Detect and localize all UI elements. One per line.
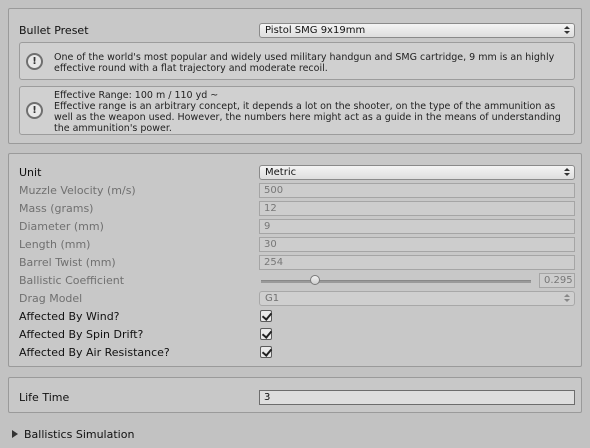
bullet-preset-label: Bullet Preset bbox=[19, 24, 89, 37]
affected-by-air-resistance-checkbox[interactable] bbox=[260, 346, 272, 358]
muzzle-velocity-row: Muzzle Velocity (m/s) 500 bbox=[19, 183, 575, 199]
barrel-twist-label: Barrel Twist (mm) bbox=[19, 256, 116, 269]
foldout-arrow-icon[interactable] bbox=[12, 430, 18, 438]
affected-by-wind-label: Affected By Wind? bbox=[19, 310, 120, 323]
lifetime-label: Life Time bbox=[19, 391, 70, 404]
bullet-properties-section: Unit Metric Muzzle Velocity (m/s) 500 Ma… bbox=[8, 153, 582, 367]
effective-range-box: ! Effective Range: 100 m / 110 yd ~ Effe… bbox=[19, 86, 575, 135]
dropdown-arrows-icon bbox=[564, 25, 570, 35]
ballistic-coefficient-field[interactable]: 0.295 bbox=[539, 273, 575, 288]
muzzle-velocity-field[interactable]: 500 bbox=[259, 183, 575, 198]
ballistic-coefficient-row: Ballistic Coefficient 0.295 bbox=[19, 273, 575, 289]
lifetime-field[interactable]: 3 bbox=[259, 390, 575, 405]
ballistics-simulation-label: Ballistics Simulation bbox=[24, 428, 135, 441]
effective-range-text: Effective range is an arbitrary concept,… bbox=[54, 101, 561, 134]
bullet-preset-section: Bullet Preset Pistol SMG 9x19mm ! One of… bbox=[8, 8, 582, 144]
drag-model-dropdown[interactable]: G1 bbox=[259, 291, 575, 306]
info-icon: ! bbox=[26, 102, 43, 119]
lifetime-row: Life Time 3 bbox=[19, 390, 575, 406]
muzzle-velocity-label: Muzzle Velocity (m/s) bbox=[19, 184, 136, 197]
drag-model-row: Drag Model G1 bbox=[19, 291, 575, 307]
affected-by-wind-checkbox[interactable] bbox=[260, 310, 272, 322]
length-field[interactable]: 30 bbox=[259, 237, 575, 252]
dropdown-arrows-icon bbox=[564, 293, 570, 303]
unit-dropdown[interactable]: Metric bbox=[259, 165, 575, 180]
lifetime-section: Life Time 3 bbox=[8, 377, 582, 413]
affected-by-air-resistance-row: Affected By Air Resistance? bbox=[19, 345, 575, 361]
ballistic-coefficient-slider-thumb[interactable] bbox=[310, 275, 320, 285]
diameter-field[interactable]: 9 bbox=[259, 219, 575, 234]
affected-by-spin-drift-checkbox[interactable] bbox=[260, 328, 272, 340]
affected-by-spin-drift-label: Affected By Spin Drift? bbox=[19, 328, 144, 341]
preset-info-text: One of the world's most popular and wide… bbox=[54, 52, 555, 74]
length-label: Length (mm) bbox=[19, 238, 91, 251]
bullet-preset-value: Pistol SMG 9x19mm bbox=[265, 25, 366, 36]
unit-label: Unit bbox=[19, 166, 42, 179]
ballistic-coefficient-slider-track[interactable] bbox=[261, 280, 531, 283]
mass-row: Mass (grams) 12 bbox=[19, 201, 575, 217]
bullet-preset-row: Bullet Preset Pistol SMG 9x19mm bbox=[19, 23, 575, 39]
mass-field[interactable]: 12 bbox=[259, 201, 575, 216]
unit-value: Metric bbox=[265, 167, 297, 178]
barrel-twist-field[interactable]: 254 bbox=[259, 255, 575, 270]
ballistic-coefficient-label: Ballistic Coefficient bbox=[19, 274, 125, 287]
diameter-label: Diameter (mm) bbox=[19, 220, 104, 233]
mass-label: Mass (grams) bbox=[19, 202, 94, 215]
length-row: Length (mm) 30 bbox=[19, 237, 575, 253]
affected-by-air-resistance-label: Affected By Air Resistance? bbox=[19, 346, 170, 359]
affected-by-spin-drift-row: Affected By Spin Drift? bbox=[19, 327, 575, 343]
info-icon: ! bbox=[26, 53, 43, 70]
bullet-preset-dropdown[interactable]: Pistol SMG 9x19mm bbox=[259, 23, 575, 38]
effective-range-content: Effective Range: 100 m / 110 yd ~ Effect… bbox=[54, 90, 570, 134]
drag-model-value: G1 bbox=[265, 293, 280, 304]
dropdown-arrows-icon bbox=[564, 167, 570, 177]
effective-range-title: Effective Range: 100 m / 110 yd ~ bbox=[54, 90, 219, 101]
barrel-twist-row: Barrel Twist (mm) 254 bbox=[19, 255, 575, 271]
unit-row: Unit Metric bbox=[19, 165, 575, 181]
preset-info-box: ! One of the world's most popular and wi… bbox=[19, 42, 575, 80]
drag-model-label: Drag Model bbox=[19, 292, 83, 305]
affected-by-wind-row: Affected By Wind? bbox=[19, 309, 575, 325]
diameter-row: Diameter (mm) 9 bbox=[19, 219, 575, 235]
